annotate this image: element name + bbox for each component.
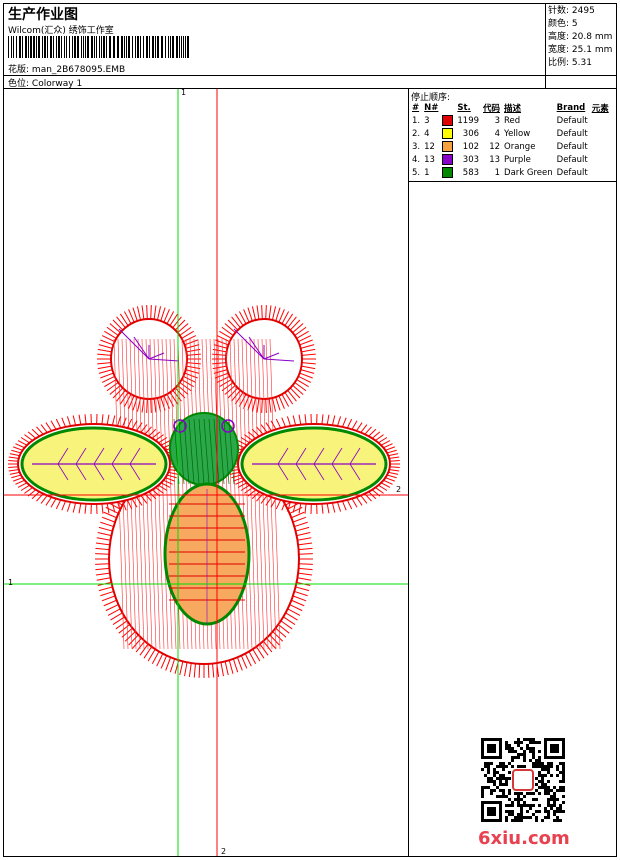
stat-colors: 颜色: 5	[548, 19, 578, 29]
colorway-label: 色位:	[8, 79, 30, 89]
design-canvas	[4, 89, 408, 856]
page-subtitle: Wilcom(汇众) 绣饰工作室	[8, 26, 114, 36]
stat-width: 宽度: 25.1 mm	[548, 45, 613, 55]
stop-sequence-table: # N# St. 代码 描述 Brand 元素 1. 3 1199 3 Red Defau…	[410, 101, 611, 179]
stop-row: 5. 1 583 1 Dark Green Default	[412, 167, 588, 178]
stop-table-bottom-rule	[408, 181, 617, 182]
stat-stitches: 针数: 2495	[548, 6, 595, 16]
watermark-logo: 6xiu.com	[478, 828, 570, 849]
stats-divider	[545, 3, 546, 88]
stat-height: 高度: 20.8 mm	[548, 32, 613, 42]
stop-row: 1. 3 1199 3 Red Default	[412, 115, 588, 126]
embroidery-design	[8, 305, 400, 678]
design-label: 花版:	[8, 65, 30, 75]
stop-row: 3. 12 102 12 Orange Default	[412, 141, 588, 152]
axis-label-right: 2	[396, 485, 402, 494]
stat-scale: 比例: 5.31	[548, 58, 592, 68]
color-swatch	[442, 141, 454, 152]
stats-panel: 针数: 2495 颜色: 5 高度: 20.8 mm 宽度: 25.1 mm 比…	[548, 5, 612, 70]
design-name: man_2B678095.EMB	[31, 65, 126, 75]
color-swatch	[442, 115, 454, 126]
stop-row: 4. 13 303 13 Purple Default	[412, 154, 588, 165]
color-swatch	[442, 154, 454, 165]
axis-label-top: 1	[181, 88, 187, 97]
color-swatch	[442, 128, 454, 139]
sidebar-divider	[408, 88, 409, 857]
axis-label-left: 1	[8, 578, 14, 587]
page-title: 生产作业图	[8, 7, 78, 23]
header-divider	[3, 75, 617, 76]
stop-row: 2. 4 306 4 Yellow Default	[412, 128, 588, 139]
axis-label-bottom: 2	[221, 847, 227, 856]
colorway-line: 色位: Colorway 1	[8, 76, 82, 89]
color-swatch	[442, 167, 454, 178]
stop-table-header: # N# St. 代码 描述 Brand 元素	[412, 102, 609, 114]
design-line: 花版: man_2B678095.EMB	[8, 62, 125, 75]
colorway-name: Colorway 1	[31, 79, 83, 89]
qr-code	[481, 738, 565, 822]
barcode	[8, 36, 190, 62]
